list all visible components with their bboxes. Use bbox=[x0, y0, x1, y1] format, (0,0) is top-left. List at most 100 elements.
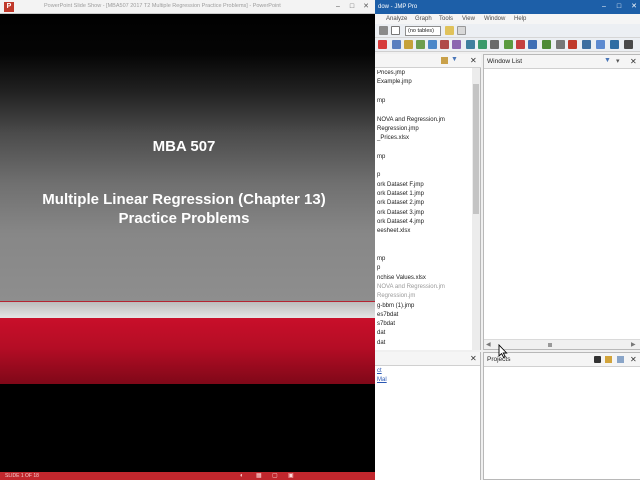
minimize-icon[interactable]: – bbox=[332, 1, 344, 12]
file-list-item[interactable]: Regression.jm bbox=[377, 293, 415, 299]
file-list-item[interactable]: _Prices.xlsx bbox=[377, 135, 409, 141]
multivariate-icon[interactable] bbox=[452, 40, 461, 49]
mouse-cursor-icon bbox=[498, 344, 508, 358]
close-icon[interactable]: ✕ bbox=[360, 1, 372, 12]
link-two[interactable]: Mal bbox=[377, 377, 387, 383]
jmp-window-title: dow - JMP Pro bbox=[378, 4, 418, 10]
save-project-icon[interactable] bbox=[617, 356, 624, 363]
pin-icon[interactable]: ▾ bbox=[616, 57, 620, 65]
filter-icon[interactable]: ▼ bbox=[604, 57, 611, 64]
maximize-icon[interactable]: □ bbox=[612, 1, 626, 12]
files-scrollbar-thumb[interactable] bbox=[473, 84, 479, 214]
file-list-item[interactable]: ork Dataset F.jmp bbox=[377, 182, 424, 188]
scrollbar-grip-icon[interactable] bbox=[548, 343, 552, 347]
table-icon[interactable] bbox=[596, 40, 605, 49]
menu-tools[interactable]: Tools bbox=[439, 14, 453, 24]
doe-icon[interactable] bbox=[582, 40, 591, 49]
slide-title-area bbox=[0, 14, 375, 302]
close-icon[interactable]: ✕ bbox=[627, 1, 640, 12]
open-icon[interactable] bbox=[379, 26, 388, 35]
menu-graph[interactable]: Graph bbox=[415, 14, 432, 24]
slide-red-band bbox=[0, 318, 375, 384]
diagram-icon[interactable] bbox=[568, 40, 577, 49]
ppt-title-bar: P PowerPoint Slide Show - [MBA507 2017 T… bbox=[0, 0, 375, 14]
red-triangle-icon[interactable] bbox=[378, 40, 387, 49]
reading-view-icon[interactable]: ▢ bbox=[272, 472, 278, 480]
file-list-item[interactable]: NOVA and Regression.jm bbox=[377, 284, 445, 290]
scroll-left-icon[interactable]: ◀ bbox=[486, 340, 491, 350]
slide-footer-area bbox=[0, 384, 375, 472]
overlay-plot-icon[interactable] bbox=[490, 40, 499, 49]
file-list-item[interactable]: Example.jmp bbox=[377, 79, 412, 85]
distribution-icon[interactable] bbox=[392, 40, 401, 49]
menu-window[interactable]: Window bbox=[484, 14, 505, 24]
file-list-item[interactable]: es7bdat bbox=[377, 312, 398, 318]
slide-canvas[interactable]: MBA 507 Multiple Linear Regression (Chap… bbox=[0, 14, 375, 472]
file-list-item[interactable]: Prices.jmp bbox=[377, 70, 405, 76]
survival-icon[interactable] bbox=[516, 40, 525, 49]
file-list-item[interactable]: ork Dataset 1.jmp bbox=[377, 191, 424, 197]
more-tools-icon[interactable] bbox=[624, 40, 633, 49]
minimize-icon[interactable]: – bbox=[597, 1, 611, 12]
pareto-icon[interactable] bbox=[556, 40, 565, 49]
file-list-item[interactable]: ork Dataset 3.jmp bbox=[377, 210, 424, 216]
projects-panel: Projects ✕ bbox=[483, 352, 640, 480]
maximize-icon[interactable]: □ bbox=[346, 1, 358, 12]
partition-icon[interactable] bbox=[528, 40, 537, 49]
slide-counter: SLIDE 1 OF 18 bbox=[5, 473, 39, 479]
slide-gray-band bbox=[0, 302, 375, 318]
slide-sorter-icon[interactable]: ▦ bbox=[256, 472, 262, 480]
close-icon[interactable]: ✕ bbox=[470, 56, 477, 65]
file-list-item[interactable]: ork Dataset 2.jmp bbox=[377, 200, 424, 206]
file-list-item[interactable]: ork Dataset 4.jmp bbox=[377, 219, 424, 225]
file-list-item[interactable]: NOVA and Regression.jm bbox=[377, 117, 445, 123]
powerpoint-slideshow-window: P PowerPoint Slide Show - [MBA507 2017 T… bbox=[0, 0, 375, 480]
fit-model-icon[interactable] bbox=[416, 40, 425, 49]
neural-icon[interactable] bbox=[542, 40, 551, 49]
filter-icon[interactable]: ▼ bbox=[451, 56, 458, 63]
slide-heading-line-1: Multiple Linear Regression (Chapter 13) bbox=[42, 191, 326, 208]
slide-course-code: MBA 507 bbox=[152, 138, 216, 155]
folder-icon[interactable] bbox=[445, 26, 454, 35]
close-icon[interactable]: ✕ bbox=[630, 57, 637, 66]
file-list-item[interactable]: mp bbox=[377, 98, 385, 104]
link-one[interactable]: ct bbox=[377, 368, 382, 374]
bubble-plot-icon[interactable] bbox=[478, 40, 487, 49]
file-list-item[interactable]: nchise Values.xlsx bbox=[377, 275, 426, 281]
file-list-item[interactable]: s7bdat bbox=[377, 321, 395, 327]
menu-help[interactable]: Help bbox=[514, 14, 526, 24]
open-folder-icon[interactable] bbox=[441, 57, 448, 64]
tabulate-icon[interactable] bbox=[504, 40, 513, 49]
file-list-item[interactable]: p bbox=[377, 172, 380, 178]
file-list-item[interactable]: Regression.jmp bbox=[377, 126, 419, 132]
powerpoint-app-icon: P bbox=[4, 2, 14, 12]
close-icon[interactable]: ✕ bbox=[630, 355, 637, 364]
slideshow-icon[interactable]: ▣ bbox=[288, 472, 294, 480]
file-list-item[interactable]: dat bbox=[377, 330, 385, 336]
scatterplot-icon[interactable] bbox=[466, 40, 475, 49]
table-selector[interactable]: (no tables) bbox=[405, 26, 441, 36]
files-scrollbar[interactable] bbox=[472, 68, 480, 350]
file-list-item[interactable]: g-bbm (1).jmp bbox=[377, 303, 414, 309]
new-data-table-icon[interactable] bbox=[391, 26, 400, 35]
file-list-item[interactable]: p bbox=[377, 265, 380, 271]
new-project-icon[interactable] bbox=[594, 356, 601, 363]
menu-view[interactable]: View bbox=[462, 14, 475, 24]
desktop: dow - JMP Pro – □ ✕ Analyze Graph Tools … bbox=[0, 0, 640, 480]
script-icon[interactable] bbox=[457, 26, 466, 35]
control-chart-icon[interactable] bbox=[440, 40, 449, 49]
fit-y-by-x-icon[interactable] bbox=[404, 40, 413, 49]
jmp-menu-bar: Analyze Graph Tools View Window Help bbox=[375, 14, 640, 24]
normal-view-icon[interactable]: ◐ bbox=[240, 472, 244, 480]
file-list-item[interactable]: mp bbox=[377, 256, 385, 262]
recent-files-panel: ▼ ✕ Prices.jmp Example.jmp mp NOVA and Regr… bbox=[375, 54, 481, 350]
log-icon[interactable] bbox=[610, 40, 619, 49]
graph-builder-icon[interactable] bbox=[428, 40, 437, 49]
close-icon[interactable]: ✕ bbox=[470, 354, 477, 363]
file-list-item[interactable]: mp bbox=[377, 154, 385, 160]
file-list-item[interactable]: eesheet.xlsx bbox=[377, 228, 410, 234]
file-list-item[interactable]: dat bbox=[377, 340, 385, 346]
scroll-right-icon[interactable]: ▶ bbox=[631, 340, 636, 350]
open-project-icon[interactable] bbox=[605, 356, 612, 363]
menu-analyze[interactable]: Analyze bbox=[386, 14, 407, 24]
